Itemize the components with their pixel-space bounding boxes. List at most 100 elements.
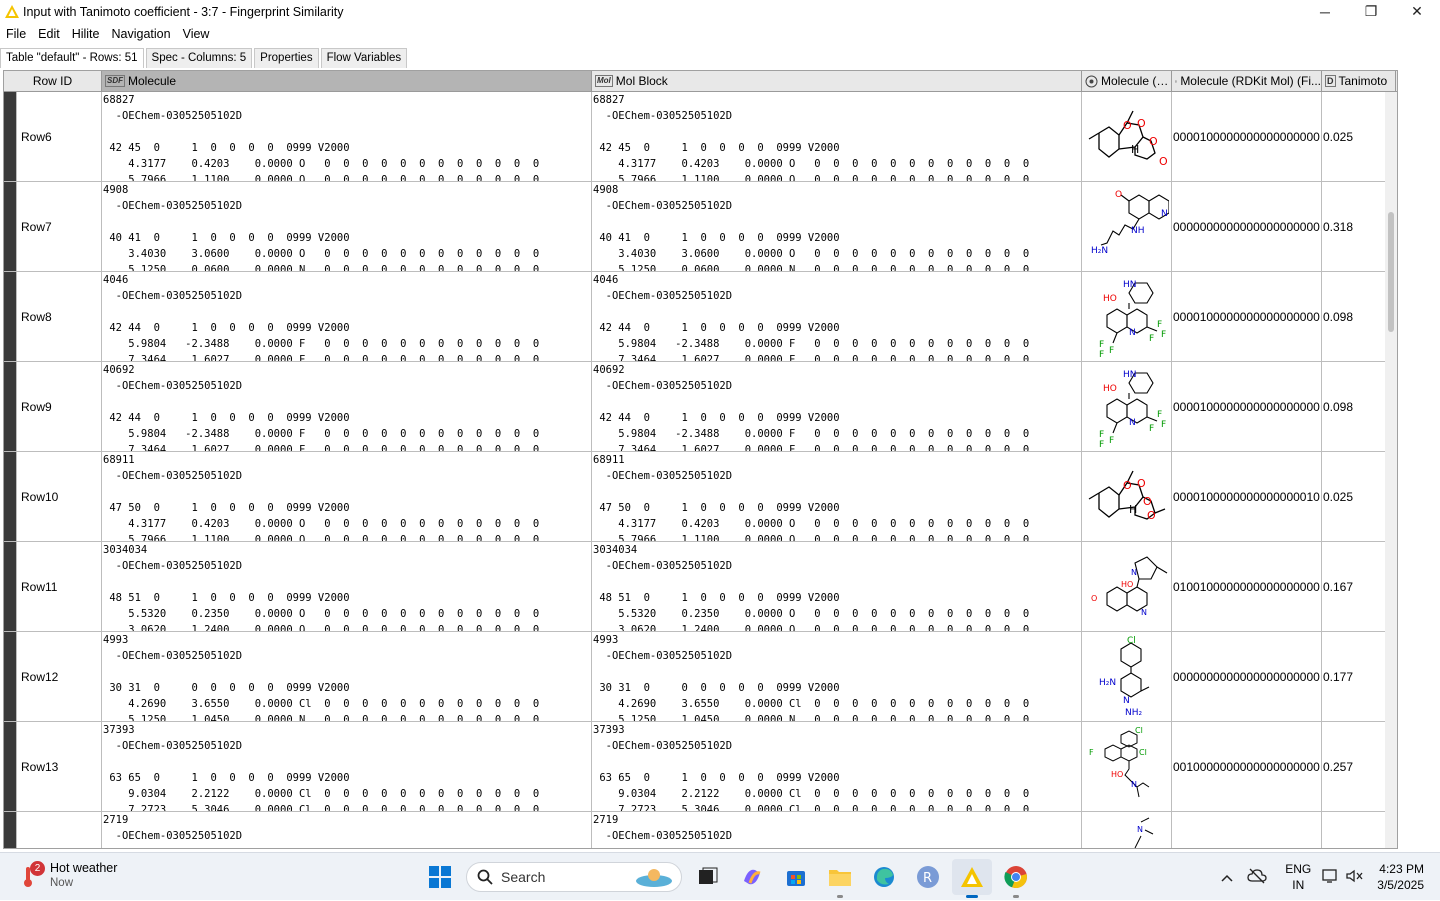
svg-text:F: F: [1109, 436, 1114, 446]
molblock-cell: 4908 -OEChem-03052505102D 40 41 0 1 0 0 …: [593, 184, 1030, 271]
molecule-sdf-cell: 4993 -OEChem-03052505102D 30 31 0 0 0 0 …: [103, 634, 540, 721]
weather-subtitle: Now: [50, 877, 74, 889]
table-row[interactable]: Row6 68827 -OEChem-03052505102D 42 45 0 …: [4, 92, 1397, 182]
table-row[interactable]: Row9 40692 -OEChem-03052505102D 42 44 0 …: [4, 362, 1397, 452]
scrollbar-thumb[interactable]: [1388, 212, 1394, 332]
menu-navigation[interactable]: Navigation: [106, 27, 177, 41]
data-table: Row ID SDF Molecule Mol Mol Block Molecu…: [3, 70, 1398, 849]
header-rdkit-fingerprint-label: Molecule (RDKit Mol) (Fi...: [1180, 74, 1321, 88]
row-id-cell: Row7: [17, 182, 102, 271]
knime-app-icon[interactable]: [952, 859, 992, 898]
row-selector[interactable]: [4, 452, 17, 541]
tab-properties[interactable]: Properties: [254, 48, 319, 68]
molecule-sdf-cell: 68827 -OEChem-03052505102D 42 45 0 1 0 0…: [103, 94, 540, 181]
clock-date: 3/5/2025: [1377, 878, 1424, 892]
row-selector[interactable]: [4, 632, 17, 721]
task-view-icon[interactable]: [688, 859, 728, 895]
table-body: Row6 68827 -OEChem-03052505102D 42 45 0 …: [4, 92, 1397, 848]
chevron-up-icon[interactable]: [1221, 869, 1233, 885]
language-indicator[interactable]: ENG IN: [1285, 861, 1311, 893]
header-tanimoto-label: Tanimoto: [1338, 74, 1388, 88]
row-selector[interactable]: [4, 182, 17, 271]
svg-text:N: N: [1129, 418, 1136, 428]
svg-text:O: O: [1147, 509, 1156, 522]
table-row[interactable]: Row8 4046 -OEChem-03052505102D 42 44 0 1…: [4, 272, 1397, 362]
svg-text:HN: HN: [1123, 280, 1137, 290]
svg-text:O: O: [1123, 119, 1132, 132]
fingerprint-cell: 0100100000000000000000...: [1172, 542, 1322, 631]
close-button[interactable]: ✕: [1394, 0, 1440, 23]
chrome-browser-icon[interactable]: [996, 859, 1036, 898]
tab-flow-variables[interactable]: Flow Variables: [320, 48, 408, 68]
menu-edit[interactable]: Edit: [32, 27, 66, 41]
row-selector[interactable]: [4, 362, 17, 451]
r-app-icon[interactable]: R: [908, 859, 948, 895]
vertical-scrollbar[interactable]: [1385, 92, 1397, 848]
svg-text:HO: HO: [1111, 770, 1123, 779]
table-row[interactable]: Row10 68911 -OEChem-03052505102D 47 50 0…: [4, 452, 1397, 542]
network-icon[interactable]: [1321, 868, 1339, 887]
svg-text:Cl: Cl: [1135, 726, 1143, 735]
header-molecule[interactable]: SDF Molecule: [102, 71, 592, 91]
svg-text:N: N: [1141, 608, 1147, 617]
svg-text:HO: HO: [1121, 580, 1133, 589]
tab-bar: Table "default" - Rows: 51 Spec - Column…: [0, 46, 409, 68]
tab-table-default[interactable]: Table "default" - Rows: 51: [0, 48, 144, 68]
sdf-type-icon: SDF: [105, 75, 125, 87]
copilot-icon[interactable]: [732, 859, 772, 895]
tab-spec-columns[interactable]: Spec - Columns: 5: [145, 48, 253, 68]
header-mol-block[interactable]: Mol Mol Block: [592, 71, 1082, 91]
svg-text:R: R: [923, 871, 932, 886]
table-row[interactable]: Row7 4908 -OEChem-03052505102D 40 41 0 1…: [4, 182, 1397, 272]
microsoft-store-icon[interactable]: [776, 859, 816, 895]
row-id-cell: Row6: [17, 92, 102, 181]
file-explorer-icon[interactable]: [820, 859, 860, 898]
menu-hilite[interactable]: Hilite: [66, 27, 106, 41]
fingerprint-cell: 0000100000000000000010...: [1172, 452, 1322, 541]
fingerprint-cell: 0000000000000000000000...: [1172, 632, 1322, 721]
edge-browser-icon[interactable]: [864, 859, 904, 895]
svg-text:O: O: [1115, 190, 1122, 200]
table-row[interactable]: Row13 37393 -OEChem-03052505102D 63 65 0…: [4, 722, 1397, 812]
clock[interactable]: 4:23 PM 3/5/2025: [1377, 861, 1424, 893]
fingerprint-bitvector-icon: [1175, 79, 1178, 83]
row-selector[interactable]: [4, 812, 17, 848]
svg-text:F: F: [1149, 424, 1154, 434]
knime-warning-icon: [5, 5, 19, 18]
svg-text:O: O: [1159, 155, 1168, 168]
weather-widget[interactable]: 2 Hot weather Now: [18, 861, 117, 891]
rdkit-molecule-icon: [1085, 75, 1098, 87]
molecule-structure-image: Cl H₂N N NH₂: [1082, 632, 1172, 721]
header-rdkit-fingerprint[interactable]: Molecule (RDKit Mol) (Fi...: [1172, 71, 1322, 91]
minimize-button[interactable]: ─: [1302, 0, 1348, 23]
row-selector[interactable]: [4, 272, 17, 361]
header-molblock-label: Mol Block: [615, 74, 668, 88]
header-molecule-image[interactable]: Molecule (…: [1082, 71, 1172, 91]
svg-text:N: N: [1131, 780, 1137, 789]
molecule-structure-image: O O O O H: [1082, 92, 1172, 181]
row-selector[interactable]: [4, 722, 17, 811]
speaker-muted-icon[interactable]: [1345, 868, 1363, 887]
svg-text:HN: HN: [1123, 370, 1137, 380]
maximize-button[interactable]: ❐: [1348, 0, 1394, 23]
header-tanimoto[interactable]: D Tanimoto: [1322, 71, 1396, 91]
header-row-id[interactable]: Row ID: [4, 71, 102, 91]
row-selector[interactable]: [4, 542, 17, 631]
cloud-offline-icon[interactable]: [1247, 868, 1267, 887]
table-row[interactable]: Row12 4993 -OEChem-03052505102D 30 31 0 …: [4, 632, 1397, 722]
thermometer-icon: 2: [18, 861, 45, 889]
row-selector[interactable]: [4, 92, 17, 181]
menu-file[interactable]: File: [0, 27, 32, 41]
molecule-structure-image: O O O O H: [1082, 452, 1172, 541]
taskbar-search[interactable]: Search: [466, 862, 682, 892]
svg-text:O: O: [1143, 495, 1152, 508]
molblock-cell: 3034034 -OEChem-03052505102D 48 51 0 1 0…: [593, 544, 1030, 631]
molecule-sdf-cell: 37393 -OEChem-03052505102D 63 65 0 1 0 0…: [103, 724, 540, 811]
row-id-cell: Row8: [17, 272, 102, 361]
menu-view[interactable]: View: [177, 27, 216, 41]
title-bar: Input with Tanimoto coefficient - 3:7 - …: [0, 0, 1440, 23]
fingerprint-cell: 0000100000000000000000...: [1172, 92, 1322, 181]
table-row[interactable]: Row11 3034034 -OEChem-03052505102D 48 51…: [4, 542, 1397, 632]
windows-start-icon[interactable]: [420, 859, 460, 895]
table-row[interactable]: 2719 -OEChem-03052505102D 2719 -OEChem-0…: [4, 812, 1397, 848]
